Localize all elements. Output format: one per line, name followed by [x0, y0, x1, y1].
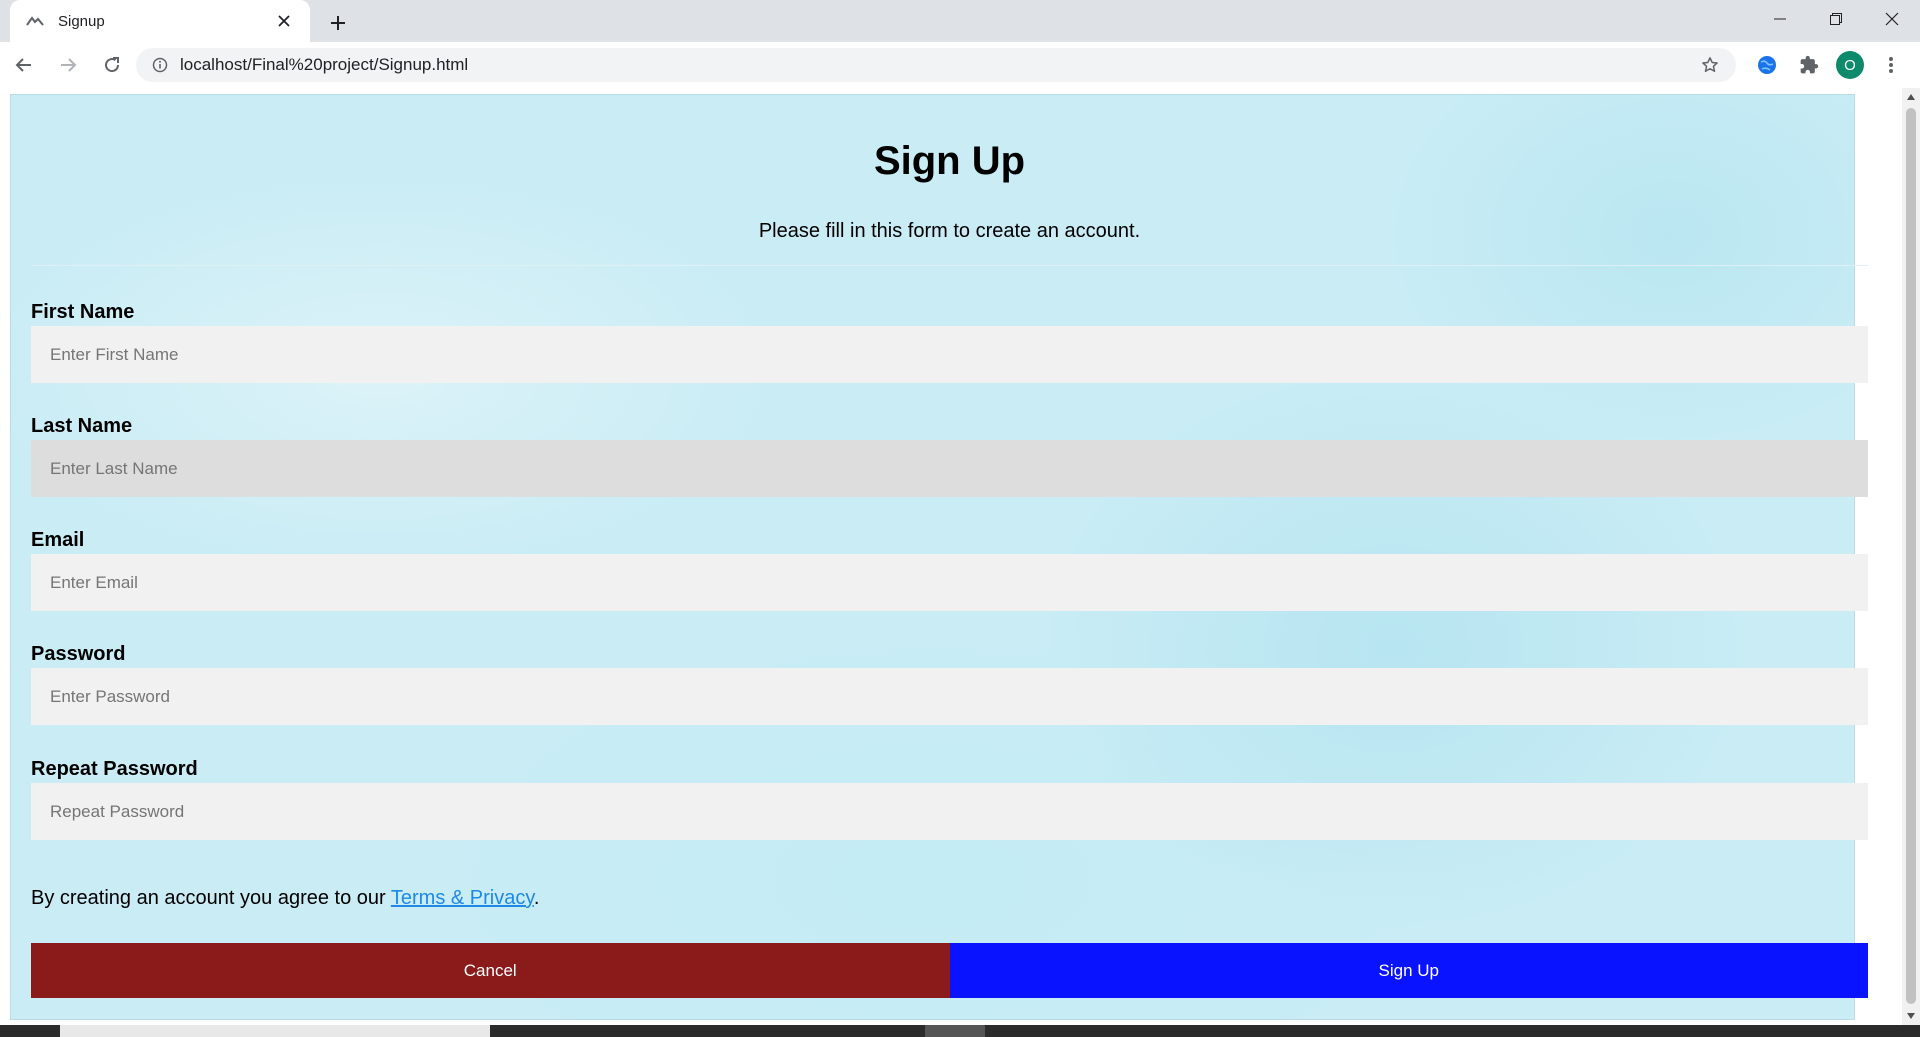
- address-bar[interactable]: localhost/Final%20project/Signup.html: [136, 48, 1736, 82]
- window-controls: [1752, 0, 1920, 38]
- taskbar-segment: [60, 1025, 490, 1037]
- repeat-password-field[interactable]: [31, 783, 1868, 840]
- info-icon[interactable]: [150, 55, 170, 75]
- tab-strip: Signup: [0, 0, 1920, 42]
- terms-prefix: By creating an account you agree to our: [31, 887, 391, 909]
- scroll-up-arrow-icon[interactable]: [1902, 88, 1920, 106]
- first-name-label: First Name: [31, 301, 135, 323]
- page-viewport: Sign Up Please fill in this form to crea…: [0, 88, 1920, 1025]
- email-label: Email: [31, 529, 85, 551]
- taskbar-edge: [0, 1025, 1920, 1037]
- url-text[interactable]: localhost/Final%20project/Signup.html: [180, 55, 1698, 75]
- repeat-password-label: Repeat Password: [31, 758, 198, 780]
- extensions-area: O: [1752, 47, 1906, 83]
- terms-text: By creating an account you agree to our …: [31, 887, 539, 910]
- scrollbar-thumb[interactable]: [1906, 108, 1916, 1004]
- avatar[interactable]: O: [1836, 51, 1864, 79]
- back-icon[interactable]: [4, 45, 44, 85]
- password-label: Password: [31, 643, 126, 665]
- last-name-label: Last Name: [31, 415, 133, 437]
- signup-form: Sign Up Please fill in this form to crea…: [31, 95, 1868, 1019]
- puzzle-icon[interactable]: [1794, 50, 1824, 80]
- signup-page: Sign Up Please fill in this form to crea…: [10, 94, 1868, 1020]
- vertical-scrollbar[interactable]: [1902, 88, 1920, 1025]
- signup-button[interactable]: Sign Up: [949, 943, 1868, 998]
- page-title: Sign Up: [873, 139, 1026, 183]
- menu-dots-icon[interactable]: [1876, 50, 1906, 80]
- taskbar-segment: [925, 1025, 985, 1037]
- globe-extension-icon[interactable]: [1752, 50, 1782, 80]
- star-icon[interactable]: [1698, 53, 1722, 77]
- scroll-down-arrow-icon[interactable]: [1902, 1007, 1920, 1025]
- first-name-field[interactable]: [31, 326, 1868, 383]
- page-subtitle: Please fill in this form to create an ac…: [758, 220, 1141, 242]
- minimize-icon[interactable]: [1752, 0, 1808, 38]
- password-field[interactable]: [31, 668, 1868, 725]
- terms-privacy-link[interactable]: Terms & Privacy: [391, 887, 534, 909]
- email-field[interactable]: [31, 554, 1868, 611]
- close-window-icon[interactable]: [1864, 0, 1920, 38]
- restore-icon[interactable]: [1808, 0, 1864, 38]
- plus-icon[interactable]: [322, 7, 354, 39]
- reload-icon[interactable]: [92, 45, 132, 85]
- close-icon[interactable]: [272, 9, 296, 33]
- terms-suffix: .: [533, 887, 540, 909]
- tab-title: Signup: [58, 12, 105, 30]
- browser-tab[interactable]: Signup: [10, 0, 310, 42]
- last-name-field[interactable]: [31, 440, 1868, 497]
- divider: [31, 265, 1868, 266]
- forward-icon[interactable]: [48, 45, 88, 85]
- form-buttons: Cancel Sign Up: [31, 943, 1868, 998]
- cancel-button[interactable]: Cancel: [31, 943, 950, 998]
- favicon-icon: [24, 10, 46, 32]
- browser-toolbar: localhost/Final%20project/Signup.html O: [0, 42, 1920, 88]
